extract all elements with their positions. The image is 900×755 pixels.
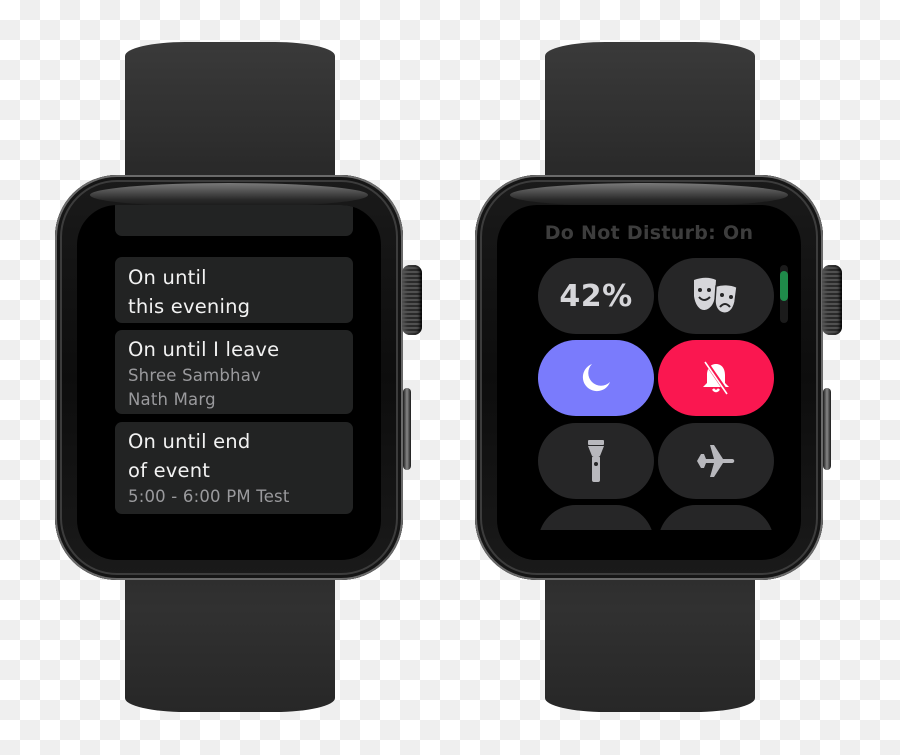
case-glass-highlight	[510, 183, 788, 207]
digital-crown[interactable]	[822, 265, 842, 335]
watch-screen-dnd: On for 1 hour On until this evening On u…	[77, 205, 381, 560]
dnd-option-end-of-event[interactable]: On until end of event 5:00 - 6:00 PM Tes…	[115, 422, 353, 514]
moon-icon	[582, 364, 610, 392]
watch-screen-control-center: Do Not Disturb: On 42%	[497, 205, 801, 560]
airplane-mode-tile[interactable]	[658, 423, 774, 499]
screen-bottom-edge	[497, 530, 801, 560]
side-button[interactable]	[823, 388, 831, 470]
theater-mode-tile[interactable]	[658, 258, 774, 334]
option-location-line2: Nath Marg	[128, 390, 216, 409]
digital-crown[interactable]	[402, 265, 422, 335]
left-watch: On for 1 hour On until this evening On u…	[50, 0, 430, 755]
airplane-icon	[697, 445, 735, 477]
option-title-line2: this evening	[128, 295, 251, 318]
option-title: On until I leave	[128, 338, 280, 361]
dnd-option-one-hour[interactable]: On for 1 hour	[115, 205, 353, 236]
case-glass-highlight	[90, 183, 368, 207]
dnd-option-this-evening[interactable]: On until this evening	[115, 257, 353, 323]
right-watch: Do Not Disturb: On 42%	[470, 0, 850, 755]
watch-case: Do Not Disturb: On 42%	[475, 175, 823, 580]
scroll-indicator-thumb	[780, 271, 788, 301]
option-title-line1: On until end	[128, 430, 251, 453]
option-title-line2: of event	[128, 459, 211, 482]
scroll-indicator	[780, 265, 788, 323]
bell-slash-icon	[703, 360, 730, 396]
flashlight-icon	[588, 440, 604, 482]
do-not-disturb-tile[interactable]	[538, 340, 654, 416]
flashlight-tile[interactable]	[538, 423, 654, 499]
option-location-line1: Shree Sambhav	[128, 366, 261, 385]
silent-mode-tile[interactable]	[658, 340, 774, 416]
control-center-header: Do Not Disturb: On	[544, 222, 754, 244]
watch-case: On for 1 hour On until this evening On u…	[55, 175, 403, 580]
option-title: On for 1 hour	[128, 205, 261, 210]
side-button[interactable]	[403, 388, 411, 470]
battery-tile[interactable]: 42%	[538, 258, 654, 334]
battery-percentage: 42%	[559, 278, 633, 314]
option-title-line1: On until	[128, 266, 207, 289]
option-event-time: 5:00 - 6:00 PM Test	[128, 487, 290, 506]
theater-masks-icon	[694, 277, 738, 314]
dnd-option-until-leave[interactable]: On until I leave Shree Sambhav Nath Marg	[115, 330, 353, 414]
